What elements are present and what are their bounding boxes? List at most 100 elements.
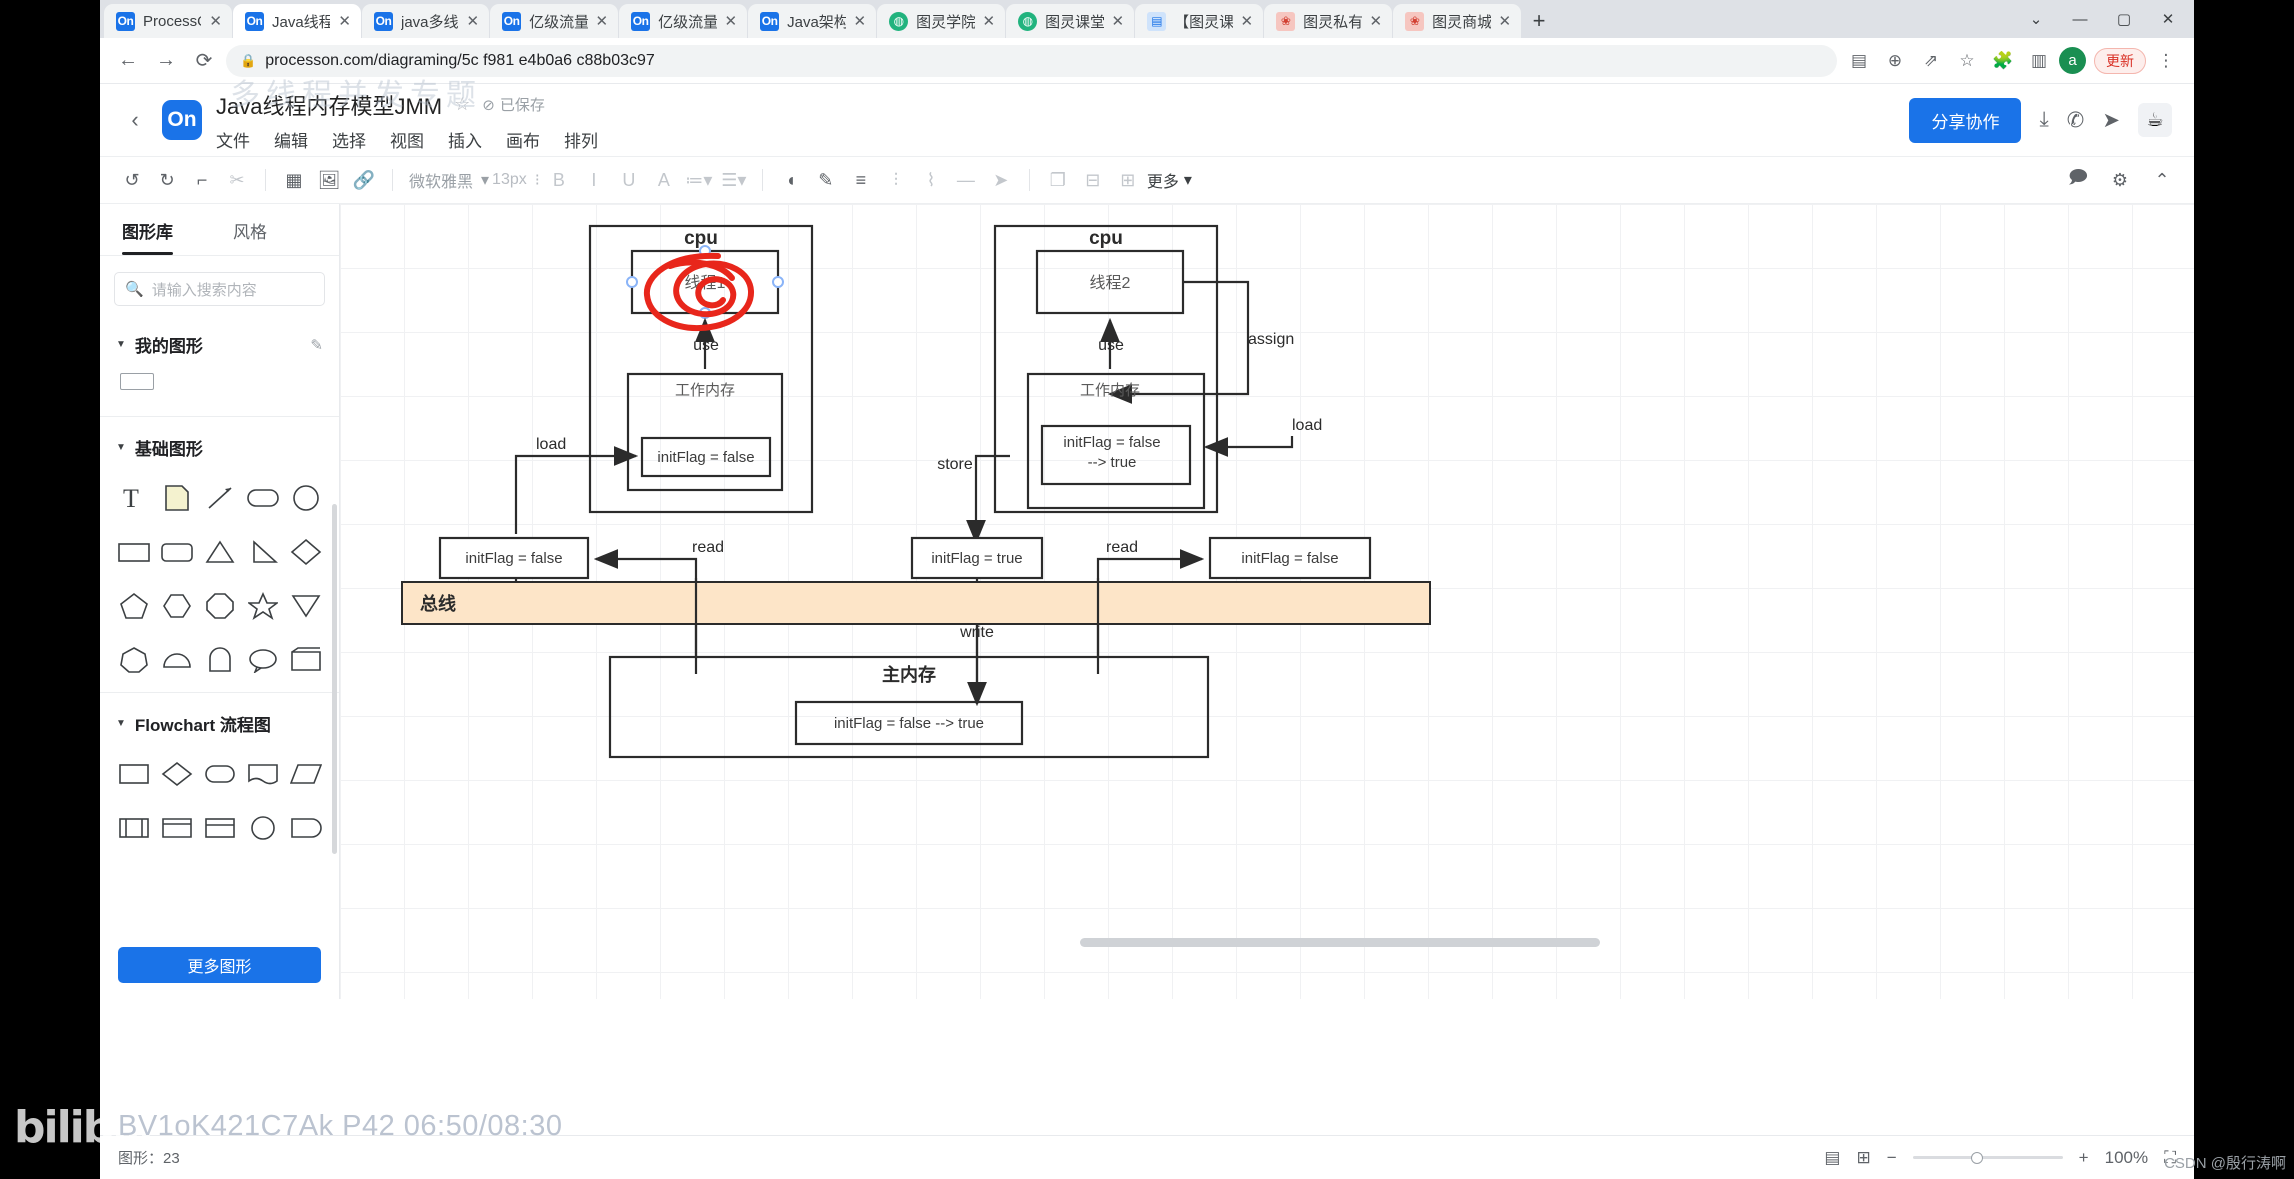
shape-hexagon[interactable] xyxy=(157,584,196,628)
search-input[interactable]: 🔍 请输入搜索内容 xyxy=(114,272,325,306)
forward-icon[interactable]: → xyxy=(150,45,182,77)
flow-data[interactable] xyxy=(286,752,325,796)
align-icon[interactable]: ≡ xyxy=(845,164,877,196)
share-button[interactable]: 分享协作 xyxy=(1909,97,2022,143)
close-icon[interactable]: ✕ xyxy=(983,12,996,30)
shape-note[interactable] xyxy=(157,476,196,520)
tab-shape-library[interactable]: 图形库 xyxy=(122,202,173,257)
image-icon[interactable]: 🖼 xyxy=(313,164,345,196)
shape-rounded-rect[interactable] xyxy=(243,476,282,520)
diagram-canvas[interactable]: cpu 线程1 use 工作内存 initFlag = false load c… xyxy=(340,204,2194,999)
browser-tab[interactable]: ▤ 【图灵课 ✕ xyxy=(1135,4,1264,38)
reload-icon[interactable]: ⟳ xyxy=(188,45,220,77)
close-icon[interactable]: ✕ xyxy=(1241,12,1254,30)
flow-terminator[interactable] xyxy=(200,752,239,796)
browser-tab[interactable]: On 亿级流量 ✕ xyxy=(619,4,748,38)
close-icon[interactable]: ✕ xyxy=(467,12,480,30)
phone-icon[interactable]: ✆ xyxy=(2067,108,2085,133)
extensions-icon[interactable]: 🧩 xyxy=(1987,45,2019,77)
browser-tab[interactable]: On ProcessO ✕ xyxy=(104,4,232,38)
maximize-button[interactable]: ▢ xyxy=(2102,10,2146,28)
shape-text[interactable]: T xyxy=(114,476,153,520)
arrow-icon[interactable]: ➤ xyxy=(985,164,1017,196)
menu-edit[interactable]: 编辑 xyxy=(274,127,308,152)
back-to-workspace-button[interactable]: ‹ xyxy=(122,107,148,133)
minimize-button[interactable]: — xyxy=(2058,11,2102,28)
list-unordered-icon[interactable]: ☰▾ xyxy=(718,164,750,196)
browser-tab[interactable]: On java多线 ✕ xyxy=(362,4,490,38)
update-button[interactable]: 更新 xyxy=(2094,47,2146,74)
tab-search-chevron-icon[interactable]: ⌄ xyxy=(2014,10,2058,28)
page-icon[interactable]: ▤ xyxy=(1824,1148,1840,1168)
browser-tab[interactable]: On Java架构 ✕ xyxy=(748,4,877,38)
zoom-out-button[interactable]: − xyxy=(1887,1148,1897,1168)
comment-icon[interactable]: 🗩 xyxy=(2062,164,2094,196)
shape-octagon[interactable] xyxy=(200,584,239,628)
back-icon[interactable]: ← xyxy=(112,45,144,77)
pencil-icon[interactable]: ✎ xyxy=(310,336,323,354)
section-flowchart[interactable]: ▼ Flowchart 流程图 xyxy=(100,697,339,744)
zoom-slider[interactable] xyxy=(1912,1151,2063,1164)
menu-arrange[interactable]: 排列 xyxy=(564,127,598,152)
browser-tab[interactable]: ❀ 图灵私有 ✕ xyxy=(1264,4,1393,38)
zoom-icon[interactable]: ⊕ xyxy=(1879,45,1911,77)
close-icon[interactable]: ✕ xyxy=(596,12,609,30)
flow-card[interactable] xyxy=(200,806,239,850)
new-tab-button[interactable]: + xyxy=(1522,4,1556,38)
close-icon[interactable]: ✕ xyxy=(209,12,222,30)
menu-view[interactable]: 视图 xyxy=(390,127,424,152)
table-icon[interactable]: ▦ xyxy=(278,164,310,196)
close-window-button[interactable]: ✕ xyxy=(2146,10,2190,28)
close-icon[interactable]: ✕ xyxy=(854,12,867,30)
share-icon[interactable]: ⇗ xyxy=(1915,45,1947,77)
font-family-select[interactable]: 微软雅黑 ▾ xyxy=(409,168,489,192)
section-basic-shapes[interactable]: ▼ 基础图形 xyxy=(100,421,339,468)
browser-tab-active[interactable]: On Java线程 ✕ xyxy=(233,4,361,38)
chevron-up-icon[interactable]: ⌃ xyxy=(2146,164,2178,196)
address-bar[interactable]: 🔒 processon.com/diagraming/5c f981 e4b0a… xyxy=(226,44,1837,77)
star-icon[interactable]: ☆ xyxy=(454,94,470,115)
browser-tab[interactable]: ◍ 图灵课堂 ✕ xyxy=(1006,4,1135,38)
flow-connector[interactable] xyxy=(243,806,282,850)
browser-tab[interactable]: ◍ 图灵学院 ✕ xyxy=(877,4,1006,38)
flow-delay[interactable] xyxy=(286,806,325,850)
shape-arch[interactable] xyxy=(200,638,239,682)
selection-handle-right[interactable] xyxy=(772,276,784,288)
line-style-icon[interactable]: — xyxy=(950,164,982,196)
page-title[interactable]: Java线程内存模型JMM xyxy=(216,89,442,121)
section-my-shapes[interactable]: ▼ 我的图形 ✎ xyxy=(100,318,339,365)
shape-rounded-rect-2[interactable] xyxy=(157,530,196,574)
browser-tab[interactable]: ❀ 图灵商城 ✕ xyxy=(1393,4,1522,38)
flow-predefined[interactable] xyxy=(114,806,153,850)
fill-icon[interactable]: ◖ xyxy=(775,164,807,196)
eraser-icon[interactable]: ✂ xyxy=(221,164,253,196)
settings-icon[interactable]: ⚙ xyxy=(2104,164,2136,196)
italic-button[interactable]: I xyxy=(578,164,610,196)
browser-menu-icon[interactable]: ⋮ xyxy=(2150,45,2182,77)
shape-rect[interactable] xyxy=(114,530,153,574)
send-icon[interactable]: ➤ xyxy=(2102,108,2120,133)
underline-button[interactable]: U xyxy=(613,164,645,196)
avatar[interactable]: a xyxy=(2059,47,2086,74)
close-icon[interactable]: ✕ xyxy=(338,12,351,30)
shape-circle[interactable] xyxy=(286,476,325,520)
redo-icon[interactable]: ↻ xyxy=(151,164,183,196)
link-icon[interactable]: 🔗 xyxy=(348,164,380,196)
distribute-icon[interactable]: ⊟ xyxy=(1077,164,1109,196)
bookmark-star-icon[interactable]: ☆ xyxy=(1951,45,1983,77)
flow-decision[interactable] xyxy=(157,752,196,796)
shape-callout[interactable] xyxy=(243,638,282,682)
flow-process[interactable] xyxy=(114,752,153,796)
selection-handle-left[interactable] xyxy=(626,276,638,288)
java-cup-icon[interactable]: ☕ xyxy=(2138,103,2172,137)
tab-style[interactable]: 风格 xyxy=(233,202,267,257)
clipboard-icon[interactable]: ▤ xyxy=(1843,45,1875,77)
close-icon[interactable]: ✕ xyxy=(1370,12,1383,30)
grid-icon[interactable]: ⊞ xyxy=(1112,164,1144,196)
valign-icon[interactable]: ⫶ xyxy=(880,164,912,196)
flow-internal-storage[interactable] xyxy=(157,806,196,850)
shape-semicircle[interactable] xyxy=(157,638,196,682)
shape-right-triangle[interactable] xyxy=(243,530,282,574)
download-icon[interactable]: ⤓ xyxy=(2039,108,2048,132)
shape-heptagon[interactable] xyxy=(114,638,153,682)
